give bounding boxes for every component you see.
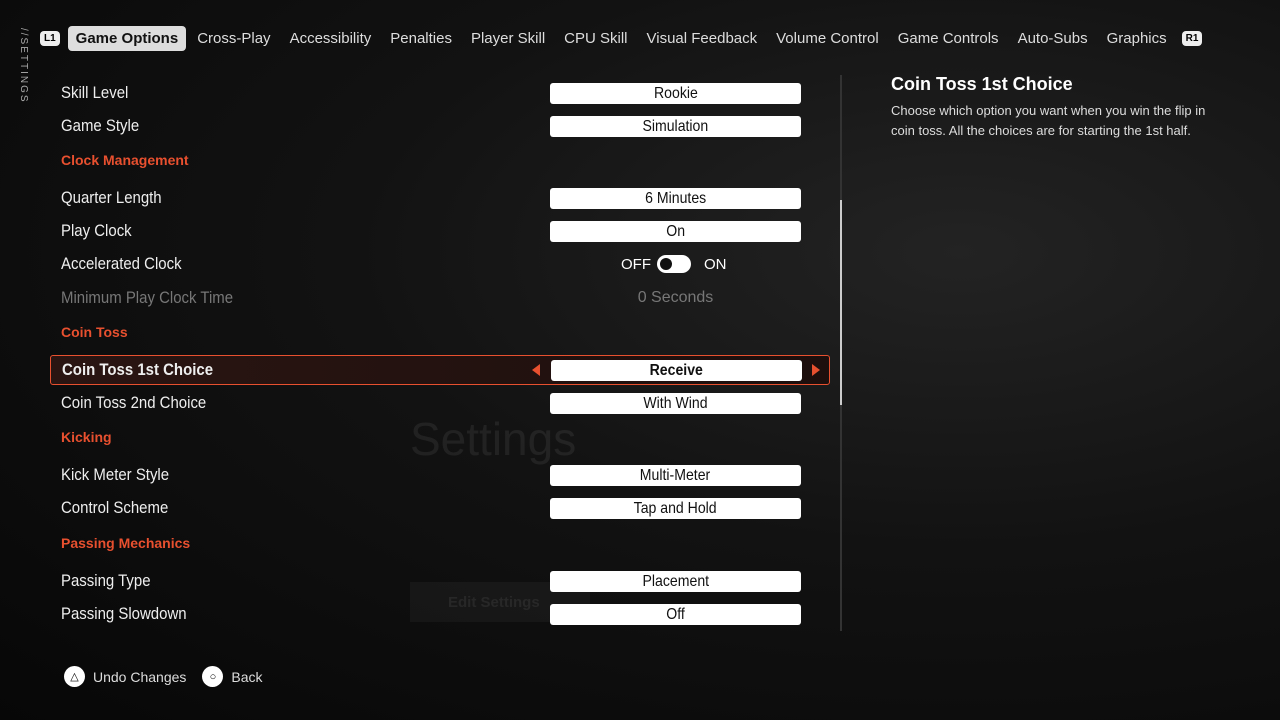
setting-value[interactable]: Simulation bbox=[550, 115, 801, 137]
tab-penalties[interactable]: Penalties bbox=[382, 26, 460, 51]
setting-value[interactable]: 6 Minutes bbox=[550, 187, 801, 209]
setting-label: Quarter Length bbox=[61, 188, 162, 207]
setting-value[interactable]: Receive bbox=[551, 359, 802, 381]
background-title: Settings bbox=[410, 413, 577, 465]
toggle-knob bbox=[660, 258, 672, 270]
help-title: Coin Toss 1st Choice bbox=[891, 74, 1073, 94]
help-description: Choose which option you want when you wi… bbox=[891, 103, 1206, 138]
setting-label: Control Scheme bbox=[61, 498, 169, 517]
r1-button-icon[interactable]: R1 bbox=[1181, 31, 1203, 46]
footer: △ Undo Changes ○ Back bbox=[64, 666, 263, 687]
setting-label: Kick Meter Style bbox=[61, 465, 170, 484]
setting-coin-toss-2nd[interactable]: Coin Toss 2nd Choice With Wind bbox=[50, 389, 830, 417]
tab-cross-play[interactable]: Cross-Play bbox=[189, 26, 278, 51]
tab-auto-subs[interactable]: Auto-Subs bbox=[1010, 26, 1096, 51]
tab-graphics[interactable]: Graphics bbox=[1099, 26, 1175, 51]
circle-button-icon[interactable]: ○ bbox=[202, 666, 224, 687]
tab-volume-control[interactable]: Volume Control bbox=[768, 26, 887, 51]
tab-accessibility[interactable]: Accessibility bbox=[282, 26, 380, 51]
setting-label: Passing Slowdown bbox=[61, 604, 187, 623]
setting-value[interactable]: Multi-Meter bbox=[550, 464, 801, 486]
tab-cpu-skill[interactable]: CPU Skill bbox=[556, 26, 635, 51]
setting-passing-slowdown[interactable]: Passing Slowdown Off bbox=[50, 600, 830, 628]
settings-side-label: //SETTINGS bbox=[18, 28, 29, 104]
toggle-on-label: ON bbox=[704, 255, 727, 273]
setting-value[interactable]: With Wind bbox=[550, 392, 801, 414]
setting-label: Accelerated Clock bbox=[61, 254, 182, 273]
setting-skill-level[interactable]: Skill Level Rookie bbox=[50, 79, 830, 107]
accelerated-clock-toggle[interactable] bbox=[657, 255, 691, 273]
setting-quarter-length[interactable]: Quarter Length 6 Minutes bbox=[50, 184, 830, 212]
scrollbar-thumb[interactable] bbox=[840, 200, 842, 405]
section-coin-toss: Coin Toss bbox=[61, 324, 128, 340]
setting-label: Game Style bbox=[61, 116, 140, 135]
setting-value[interactable]: Tap and Hold bbox=[550, 497, 801, 519]
setting-control-scheme[interactable]: Control Scheme Tap and Hold bbox=[50, 494, 830, 522]
setting-passing-type[interactable]: Passing Type Placement bbox=[50, 567, 830, 595]
tab-player-skill[interactable]: Player Skill bbox=[463, 26, 553, 51]
setting-value: 0 Seconds bbox=[637, 289, 714, 306]
setting-value[interactable]: Rookie bbox=[550, 82, 801, 104]
toggle-off-label: OFF bbox=[621, 255, 651, 273]
arrow-left-icon[interactable] bbox=[532, 364, 540, 376]
tab-game-options[interactable]: Game Options bbox=[67, 26, 187, 51]
setting-label: Minimum Play Clock Time bbox=[61, 288, 234, 307]
setting-game-style[interactable]: Game Style Simulation bbox=[50, 112, 830, 140]
setting-label: Passing Type bbox=[61, 571, 151, 590]
l1-button-icon[interactable]: L1 bbox=[40, 31, 60, 46]
arrow-right-icon[interactable] bbox=[812, 364, 820, 376]
setting-label: Coin Toss 2nd Choice bbox=[61, 393, 207, 412]
setting-kick-meter-style[interactable]: Kick Meter Style Multi-Meter bbox=[50, 461, 830, 489]
section-kicking: Kicking bbox=[61, 429, 112, 445]
tab-bar: L1 Game Options Cross-Play Accessibility… bbox=[40, 26, 1210, 51]
setting-value[interactable]: Off bbox=[550, 603, 801, 625]
scrollbar[interactable] bbox=[840, 75, 842, 631]
undo-changes-button[interactable]: Undo Changes bbox=[93, 669, 186, 685]
setting-label: Play Clock bbox=[61, 221, 132, 240]
triangle-button-icon[interactable]: △ bbox=[64, 666, 85, 687]
back-button[interactable]: Back bbox=[231, 669, 262, 685]
tab-visual-feedback[interactable]: Visual Feedback bbox=[639, 26, 766, 51]
tab-game-controls[interactable]: Game Controls bbox=[890, 26, 1007, 51]
help-panel: Coin Toss 1st Choice Choose which option… bbox=[891, 74, 1231, 141]
setting-play-clock[interactable]: Play Clock On bbox=[50, 217, 830, 245]
setting-label: Coin Toss 1st Choice bbox=[62, 360, 214, 379]
setting-value[interactable]: Placement bbox=[550, 570, 801, 592]
setting-minimum-play-clock: Minimum Play Clock Time 0 Seconds bbox=[50, 284, 830, 312]
setting-value[interactable]: On bbox=[550, 220, 801, 242]
section-clock-management: Clock Management bbox=[61, 152, 189, 168]
setting-accelerated-clock[interactable]: Accelerated Clock OFF ON bbox=[50, 250, 830, 278]
setting-label: Skill Level bbox=[61, 83, 129, 102]
setting-coin-toss-1st[interactable]: Coin Toss 1st Choice Receive bbox=[50, 355, 830, 385]
section-passing-mechanics: Passing Mechanics bbox=[61, 535, 191, 551]
